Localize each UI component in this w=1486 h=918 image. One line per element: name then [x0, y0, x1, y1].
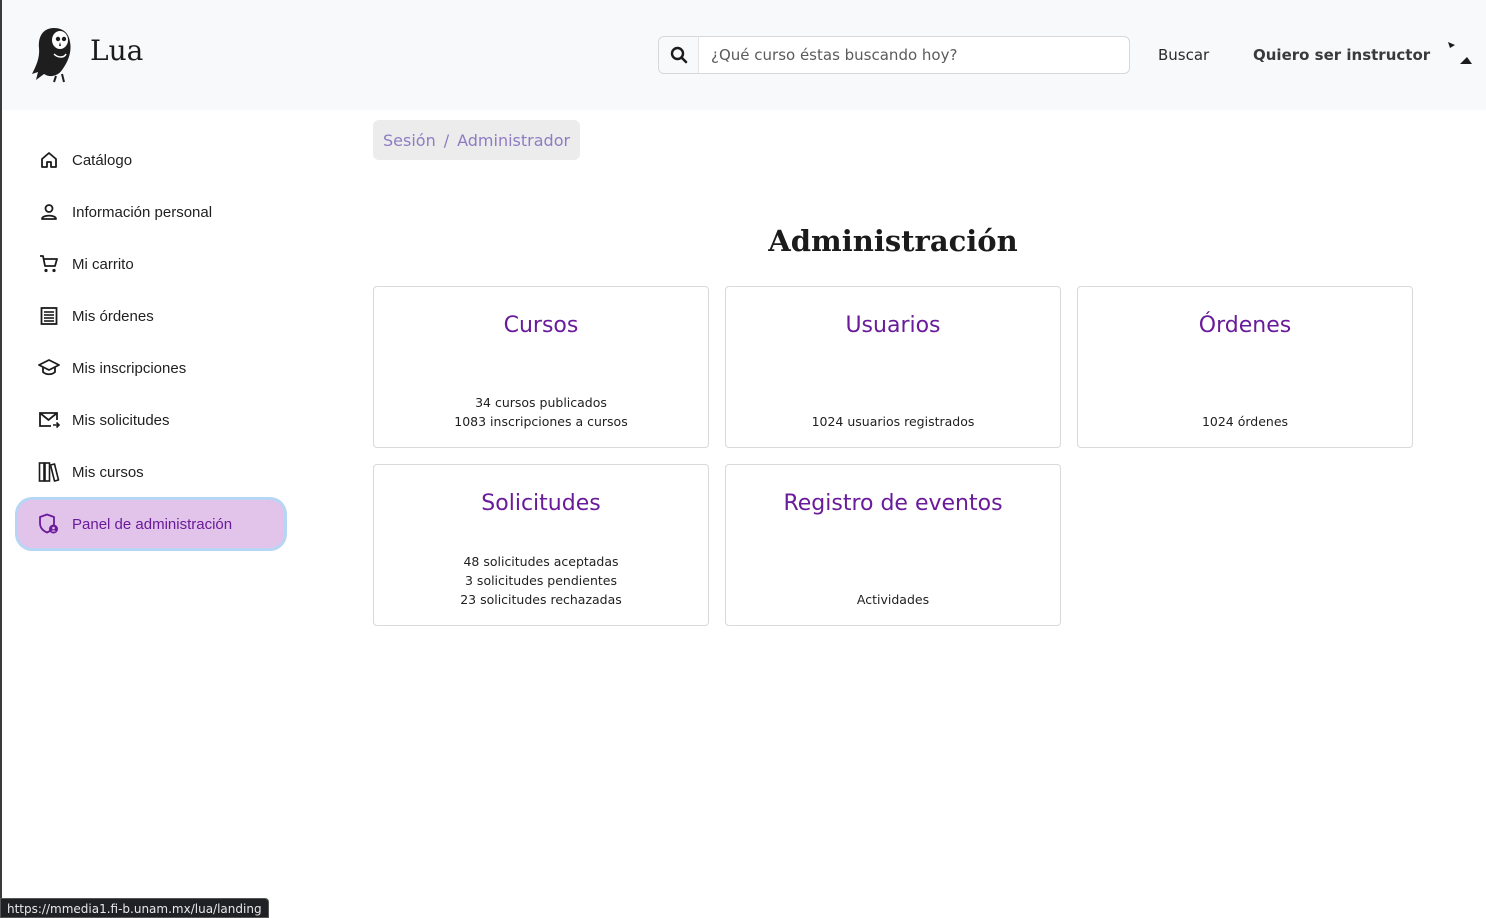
menu-toggle-icon[interactable] — [1446, 40, 1476, 68]
card-title: Usuarios — [845, 313, 941, 338]
sidebar-item-label: Mis solicitudes — [72, 411, 170, 429]
sidebar-item-informacion-personal[interactable]: Información personal — [18, 188, 284, 236]
brand-name[interactable]: Lua — [90, 34, 143, 67]
card-stat-line: 48 solicitudes aceptadas — [463, 554, 619, 569]
sidebar-item-label: Mis órdenes — [72, 307, 154, 325]
card-title: Cursos — [503, 313, 579, 338]
card-stat-line: 23 solicitudes rechazadas — [460, 592, 622, 607]
card-stat-line: 1024 usuarios registrados — [811, 414, 975, 429]
breadcrumb: Sesión / Administrador — [373, 120, 581, 160]
search-input[interactable] — [699, 38, 1129, 72]
card-stat-line: 34 cursos publicados — [475, 395, 607, 410]
sidebar-item-mis-ordenes[interactable]: Mis órdenes — [18, 292, 284, 340]
card-title: Órdenes — [1198, 313, 1292, 338]
card-stat-line: 1024 órdenes — [1201, 414, 1289, 429]
page-title: Administración — [768, 224, 1018, 258]
sidebar-item-label: Información personal — [72, 203, 213, 221]
card-registro-eventos[interactable]: Registro de eventos Actividades — [725, 464, 1061, 626]
card-stat-line: Actividades — [856, 592, 930, 607]
books-icon — [38, 461, 60, 483]
graduation-cap-icon — [38, 357, 60, 379]
breadcrumb-item-administrador: Administrador — [457, 130, 571, 150]
sidebar-item-mi-carrito[interactable]: Mi carrito — [18, 240, 284, 288]
mail-arrow-icon — [38, 409, 60, 431]
owl-logo-icon[interactable] — [28, 24, 80, 84]
admin-shield-icon — [38, 513, 60, 535]
sidebar-nav: Catálogo Información personal Mi carrito… — [18, 136, 284, 552]
card-stats: Actividades — [726, 590, 1060, 609]
search-box — [658, 36, 1130, 74]
card-stat-line: 3 solicitudes pendientes — [465, 573, 617, 588]
sidebar-item-catalogo[interactable]: Catálogo — [18, 136, 284, 184]
sidebar-item-label: Mis inscripciones — [72, 359, 187, 377]
buscar-link[interactable]: Buscar — [1158, 46, 1209, 64]
card-stats: 48 solicitudes aceptadas 3 solicitudes p… — [374, 552, 708, 609]
card-cursos[interactable]: Cursos 34 cursos publicados 1083 inscrip… — [373, 286, 709, 448]
breadcrumb-item-sesion[interactable]: Sesión — [383, 131, 436, 150]
sidebar-item-panel-administracion[interactable]: Panel de administración — [18, 500, 284, 548]
person-icon — [38, 201, 60, 223]
sidebar-item-label: Mi carrito — [72, 255, 134, 273]
cart-icon — [38, 253, 60, 275]
search-icon[interactable] — [659, 37, 699, 73]
sidebar-item-mis-solicitudes[interactable]: Mis solicitudes — [18, 396, 284, 444]
card-title: Solicitudes — [481, 491, 601, 516]
status-bar-url: https://mmedia1.fi-b.unam.mx/lua/landing — [0, 898, 269, 918]
top-header: Lua Buscar Quiero ser instructor — [2, 0, 1486, 110]
sidebar-item-mis-inscripciones[interactable]: Mis inscripciones — [18, 344, 284, 392]
card-solicitudes[interactable]: Solicitudes 48 solicitudes aceptadas 3 s… — [373, 464, 709, 626]
sidebar-item-label: Mis cursos — [72, 463, 144, 481]
home-icon — [38, 149, 60, 171]
card-stat-line: 1083 inscripciones a cursos — [454, 414, 628, 429]
sidebar-item-label: Panel de administración — [72, 515, 233, 533]
card-stats: 34 cursos publicados 1083 inscripciones … — [374, 393, 708, 431]
sidebar-item-mis-cursos[interactable]: Mis cursos — [18, 448, 284, 496]
card-stats: 1024 usuarios registrados — [726, 412, 1060, 431]
card-ordenes[interactable]: Órdenes 1024 órdenes — [1077, 286, 1413, 448]
receipt-icon — [38, 305, 60, 327]
card-title: Registro de eventos — [783, 491, 1003, 516]
breadcrumb-separator: / — [443, 130, 450, 150]
card-usuarios[interactable]: Usuarios 1024 usuarios registrados — [725, 286, 1061, 448]
card-stats: 1024 órdenes — [1078, 412, 1412, 431]
instructor-link[interactable]: Quiero ser instructor — [1253, 46, 1430, 64]
sidebar-item-label: Catálogo — [72, 151, 133, 169]
